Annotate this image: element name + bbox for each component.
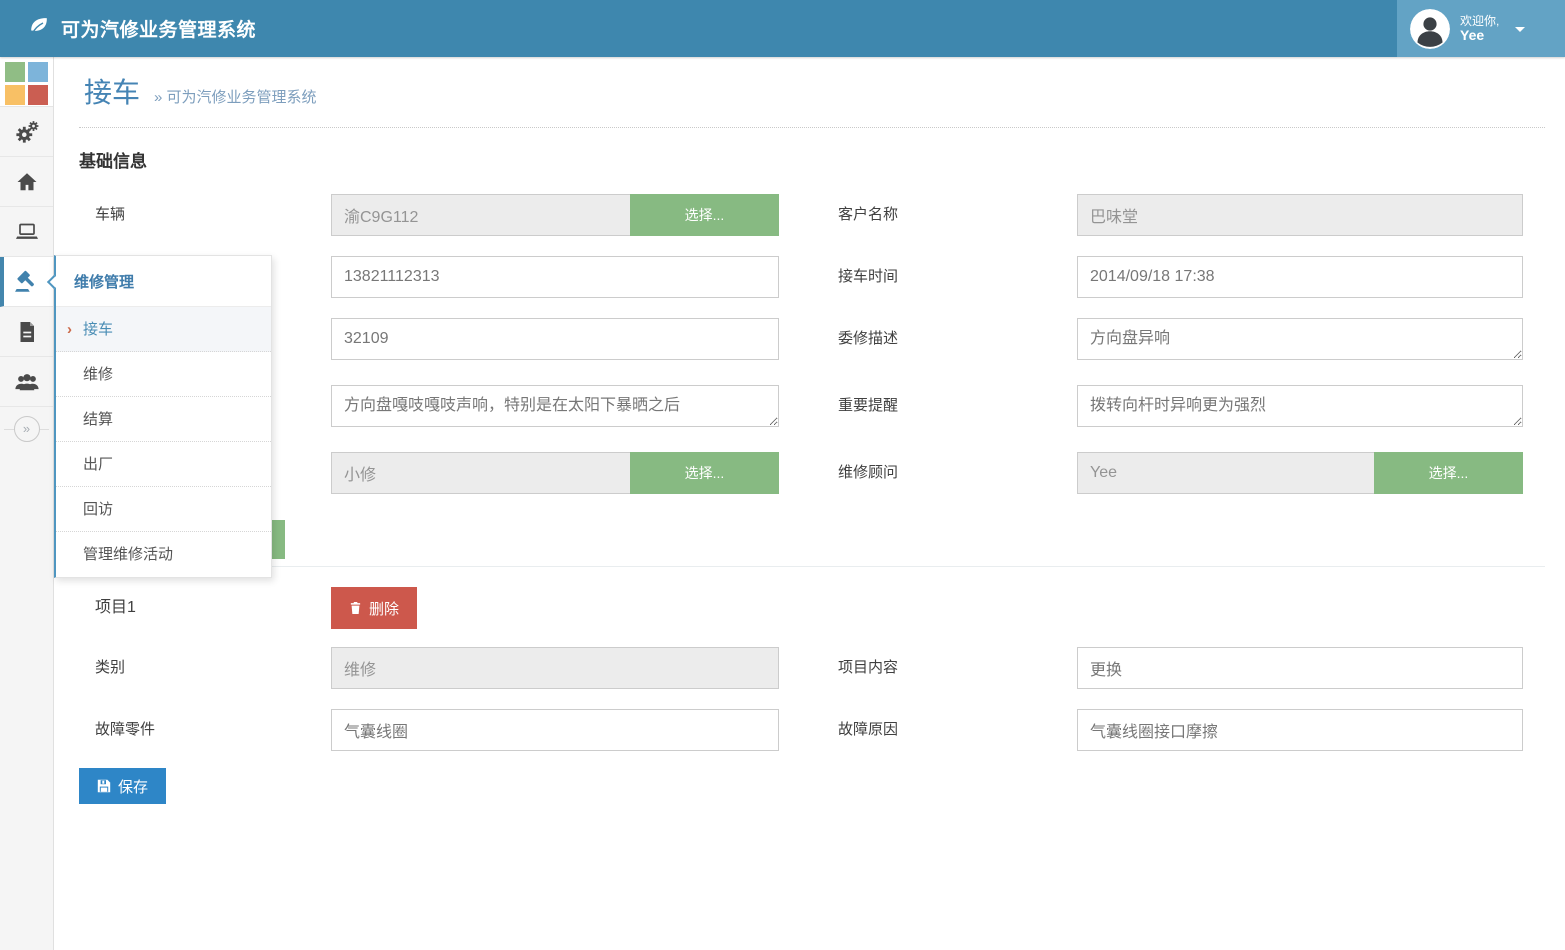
form-row: 维修类型 选择... 维修顾问 选择... (95, 452, 1545, 494)
customer-name-input[interactable] (1077, 194, 1523, 236)
sidebar-item-customers[interactable] (0, 357, 53, 407)
menu-item-label: 结算 (83, 411, 113, 428)
username: Yee (1460, 27, 1484, 43)
divider (79, 566, 1545, 567)
document-icon (15, 320, 39, 344)
section-basic-info: 基础信息 (79, 150, 1545, 174)
details-head: 详细项目 添加项目 (79, 520, 1545, 559)
menu-item-label: 维修 (83, 366, 113, 383)
menu-item-checkout[interactable]: 出厂 (56, 442, 271, 487)
form-row: 方向盘嘎吱嘎吱声响，特别是在太阳下暴晒之后 重要提醒 拨转向杆时异响更为强烈 (95, 385, 1545, 432)
menu-item-receive-vehicle[interactable]: › 接车 (56, 307, 271, 352)
menu-item-repair[interactable]: 维修 (56, 352, 271, 397)
gear-icon (14, 119, 40, 145)
form-row: 车辆 选择... 客户名称 (95, 194, 1545, 236)
repair-type-input[interactable] (331, 452, 630, 494)
laptop-icon (14, 220, 40, 244)
sidebar: » (0, 57, 54, 950)
advisor-label: 维修顾问 (838, 452, 1077, 494)
menu-item-label: 管理维修活动 (83, 546, 173, 563)
gavel-icon (14, 269, 39, 294)
trash-icon (349, 601, 362, 615)
vehicle-select-button[interactable]: 选择... (630, 194, 779, 236)
repair-type-combo: 选择... (331, 452, 779, 494)
form-row: 故障零件 故障原因 (95, 709, 1545, 751)
fault-part-label: 故障零件 (95, 709, 331, 751)
sidebar-item-home[interactable] (0, 157, 53, 207)
logo[interactable] (0, 57, 53, 107)
advisor-select-button[interactable]: 选择... (1374, 452, 1523, 494)
avatar[interactable] (1410, 9, 1450, 49)
delete-item-button[interactable]: 删除 (331, 587, 417, 629)
repair-desc-textarea[interactable]: 方向盘异响 (1077, 318, 1523, 360)
sidebar-item-workstation[interactable] (0, 207, 53, 257)
mileage-input[interactable] (331, 318, 779, 360)
menu-item-label: 回访 (83, 501, 113, 518)
app-title: 可为汽修业务管理系统 (61, 15, 256, 42)
users-icon (14, 369, 40, 395)
reminder-textarea[interactable]: 拨转向杆时异响更为强烈 (1077, 385, 1523, 427)
sidebar-collapse-toggle[interactable]: » (0, 407, 53, 451)
logo-grid-icon (5, 62, 53, 105)
item-title: 项目1 (95, 587, 331, 629)
save-icon (97, 779, 111, 793)
home-icon (15, 170, 39, 194)
menu-item-manage-repair-activities[interactable]: 管理维修活动 (56, 532, 271, 577)
chevron-right-icon: › (67, 307, 72, 352)
advisor-combo: 选择... (1077, 452, 1523, 494)
fault-reason-label: 故障原因 (838, 709, 1077, 751)
sidebar-item-settings[interactable] (0, 107, 53, 157)
receive-time-input[interactable] (1077, 256, 1523, 298)
form-row: 委修描述 方向盘异响 (95, 318, 1545, 365)
caret-down-icon[interactable] (1515, 27, 1525, 37)
sidebar-item-documents[interactable] (0, 307, 53, 357)
divider (79, 127, 1545, 128)
menu-item-label: 接车 (83, 321, 113, 338)
welcome-text: 欢迎你, (1460, 14, 1499, 28)
chevron-right-circle-icon[interactable]: » (14, 416, 40, 442)
save-label: 保存 (118, 776, 148, 797)
app-brand: 可为汽修业务管理系统 (0, 15, 256, 42)
vehicle-combo: 选择... (331, 194, 779, 236)
reminder-label: 重要提醒 (838, 385, 1077, 417)
sidebar-item-repair-management[interactable] (0, 257, 53, 307)
repair-desc-label: 委修描述 (838, 318, 1077, 350)
menu-item-followup[interactable]: 回访 (56, 487, 271, 532)
advisor-input[interactable] (1077, 452, 1374, 494)
user-menu[interactable]: 欢迎你, Yee (1397, 0, 1565, 57)
flyout-menu-repair-management: 维修管理 › 接车 维修 结算 出厂 回访 管理维修活动 (54, 255, 272, 578)
breadcrumb: » 可为汽修业务管理系统 (154, 86, 317, 107)
main-content: 接车 » 可为汽修业务管理系统 基础信息 车辆 选择... 客户名称 接车时间 … (54, 0, 1565, 804)
vehicle-label: 车辆 (95, 194, 331, 236)
fault-part-input[interactable] (331, 709, 779, 751)
form-row: 接车时间 (95, 256, 1545, 298)
category-input[interactable] (331, 647, 779, 689)
item-content-label: 项目内容 (838, 647, 1077, 689)
fault-desc-textarea[interactable]: 方向盘嘎吱嘎吱声响，特别是在太阳下暴晒之后 (331, 385, 779, 427)
leaf-icon (28, 15, 50, 42)
top-header: 可为汽修业务管理系统 欢迎你, Yee (0, 0, 1565, 57)
item-header-row: 项目1 删除 (95, 587, 1545, 629)
page-title: 接车 (84, 77, 140, 109)
customer-name-label: 客户名称 (838, 194, 1077, 236)
category-label: 类别 (95, 647, 331, 689)
menu-item-settlement[interactable]: 结算 (56, 397, 271, 442)
receive-time-label: 接车时间 (838, 256, 1077, 298)
form-row: 类别 项目内容 (95, 647, 1545, 689)
repair-type-select-button[interactable]: 选择... (630, 452, 779, 494)
save-button[interactable]: 保存 (79, 768, 166, 804)
phone-input[interactable] (331, 256, 779, 298)
breadcrumb-separator: » (154, 89, 162, 106)
fault-reason-input[interactable] (1077, 709, 1523, 751)
menu-item-label: 出厂 (83, 456, 113, 473)
flyout-title: 维修管理 (56, 256, 271, 307)
delete-label: 删除 (369, 598, 399, 619)
item-content-input[interactable] (1077, 647, 1523, 689)
vehicle-input[interactable] (331, 194, 630, 236)
breadcrumb-root: 可为汽修业务管理系统 (167, 89, 317, 106)
user-greeting: 欢迎你, Yee (1460, 14, 1499, 43)
page-head: 接车 » 可为汽修业务管理系统 (79, 57, 1545, 127)
